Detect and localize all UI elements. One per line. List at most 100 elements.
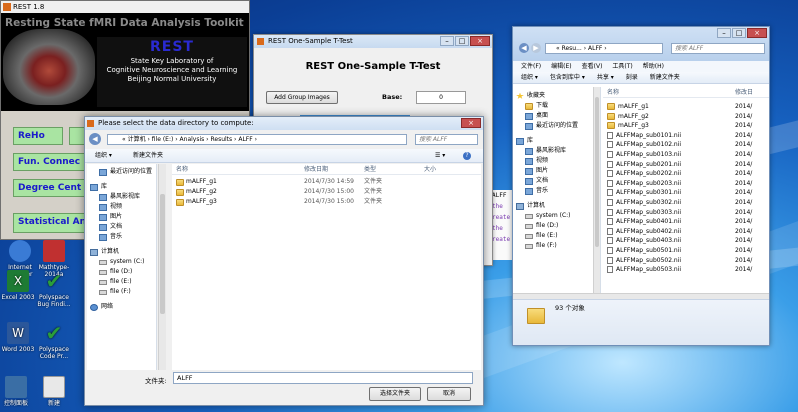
dialog-address-bar[interactable]: « 计算机 › file (E:) › Analysis › Results ›…: [107, 134, 407, 145]
close-button[interactable]: ×: [747, 28, 767, 38]
nav-scrollbar[interactable]: [158, 164, 166, 370]
column-modified[interactable]: 修改日期: [304, 164, 328, 175]
nav-item[interactable]: 音乐: [87, 232, 156, 242]
explorer-address-bar[interactable]: « Resu... › ALFF ›: [545, 43, 663, 54]
nav-item[interactable]: 暴风影视库: [513, 146, 600, 156]
nav-item[interactable]: file (E:): [87, 277, 156, 287]
nav-item[interactable]: 图片: [513, 166, 600, 176]
nav-item[interactable]: file (E:): [513, 231, 600, 241]
include-in-library-button[interactable]: 包含到库中 ▾: [550, 72, 585, 83]
nav-item[interactable]: file (D:): [513, 221, 600, 231]
dialog-search-input[interactable]: 搜索 ALFF: [415, 134, 478, 145]
desktop-icon-new-doc[interactable]: 新建: [34, 376, 74, 407]
file-row[interactable]: ALFFMap_sub0501.nii 2014/: [603, 246, 769, 256]
nav-item[interactable]: 文档: [513, 176, 600, 186]
nav-item[interactable]: 库: [87, 182, 156, 192]
alff-button[interactable]: [69, 127, 85, 145]
maximize-button[interactable]: □: [732, 28, 746, 38]
folder-row[interactable]: mALFF_g1 2014/7/30 14:59 文件夹: [172, 177, 481, 187]
desktop-icon-control-panel[interactable]: 控制面板: [0, 376, 36, 407]
column-size[interactable]: 大小: [424, 164, 436, 175]
nav-item[interactable]: 收藏夹: [513, 91, 600, 101]
nav-item[interactable]: 库: [513, 136, 600, 146]
nav-item[interactable]: 文档: [87, 222, 156, 232]
desktop-icon-word[interactable]: W Word 2003: [0, 322, 38, 353]
new-folder-button[interactable]: 新建文件夹: [650, 72, 680, 83]
file-row[interactable]: ALFFMap_sub0203.nii 2014/: [603, 179, 769, 189]
back-arrow-icon[interactable]: ◀: [519, 43, 529, 53]
menu-edit[interactable]: 编辑(E): [551, 61, 571, 72]
file-row[interactable]: ALFFMap_sub0103.nii 2014/: [603, 150, 769, 160]
column-modified[interactable]: 修改日: [735, 87, 753, 98]
back-arrow-icon[interactable]: ◀: [89, 133, 101, 145]
scroll-thumb[interactable]: [595, 97, 599, 247]
nav-item[interactable]: 视频: [87, 202, 156, 212]
column-name[interactable]: 名称: [607, 89, 619, 96]
minimize-button[interactable]: –: [717, 28, 731, 38]
nav-scrollbar[interactable]: [593, 87, 600, 323]
nav-item[interactable]: 音乐: [513, 186, 600, 196]
burn-button[interactable]: 刻录: [626, 72, 638, 83]
file-row[interactable]: ALFFMap_sub0402.nii 2014/: [603, 227, 769, 237]
file-row[interactable]: mALFF_g3 2014/: [603, 121, 769, 131]
menu-file[interactable]: 文件(F): [521, 61, 541, 72]
help-icon[interactable]: ?: [463, 152, 471, 160]
nav-item[interactable]: 计算机: [87, 247, 156, 257]
file-row[interactable]: ALFFMap_sub0303.nii 2014/: [603, 208, 769, 218]
menu-view[interactable]: 查看(V): [582, 61, 603, 72]
nav-item[interactable]: file (D:): [87, 267, 156, 277]
nav-item[interactable]: 视频: [513, 156, 600, 166]
nav-item[interactable]: 图片: [87, 212, 156, 222]
column-type[interactable]: 类型: [364, 164, 376, 175]
file-row[interactable]: ALFFMap_sub0401.nii 2014/: [603, 217, 769, 227]
nav-item[interactable]: 桌面: [513, 111, 600, 121]
file-row[interactable]: ALFFMap_sub0503.nii 2014/: [603, 265, 769, 275]
menu-tools[interactable]: 工具(T): [612, 61, 632, 72]
share-button[interactable]: 共享 ▾: [597, 72, 614, 83]
nav-item[interactable]: 计算机: [513, 201, 600, 211]
desktop-icon-excel[interactable]: X Excel 2003: [0, 270, 38, 301]
add-group-images-button[interactable]: Add Group Images: [266, 91, 338, 104]
degree-centrality-button[interactable]: Degree Cent: [13, 179, 85, 197]
minimize-button[interactable]: –: [440, 36, 454, 46]
column-name[interactable]: 名称: [176, 164, 188, 175]
file-row[interactable]: ALFFMap_sub0201.nii 2014/: [603, 160, 769, 170]
nav-item[interactable]: 下载: [513, 101, 600, 111]
file-row[interactable]: ALFFMap_sub0102.nii 2014/: [603, 140, 769, 150]
base-input[interactable]: 0: [416, 91, 466, 104]
folder-row[interactable]: mALFF_g2 2014/7/30 15:00 文件夹: [172, 187, 481, 197]
nav-item[interactable]: file (F:): [513, 241, 600, 251]
folder-row[interactable]: mALFF_g3 2014/7/30 15:00 文件夹: [172, 197, 481, 207]
organize-button[interactable]: 组织 ▾: [95, 149, 112, 163]
file-row[interactable]: ALFFMap_sub0403.nii 2014/: [603, 236, 769, 246]
menu-help[interactable]: 帮助(H): [643, 61, 664, 72]
file-row[interactable]: ALFFMap_sub0301.nii 2014/: [603, 188, 769, 198]
file-row[interactable]: ALFFMap_sub0202.nii 2014/: [603, 169, 769, 179]
forward-arrow-icon[interactable]: ▶: [531, 43, 541, 53]
file-row[interactable]: mALFF_g1 2014/: [603, 102, 769, 112]
view-options-icon[interactable]: ☰ ▾: [435, 149, 445, 163]
new-folder-button[interactable]: 新建文件夹: [133, 149, 163, 163]
desktop-icon-polyspace-code[interactable]: ✔ Polyspace Code Pr...: [34, 322, 74, 360]
file-row[interactable]: mALFF_g2 2014/: [603, 112, 769, 122]
close-button[interactable]: ×: [461, 118, 481, 128]
close-button[interactable]: ×: [470, 36, 490, 46]
statistical-analysis-button[interactable]: Statistical An: [13, 213, 85, 233]
reho-button[interactable]: ReHo: [13, 127, 63, 145]
explorer-search-input[interactable]: 搜索 ALFF: [671, 43, 765, 54]
desktop-icon-polyspace-bug[interactable]: ✔ Polyspace Bug Findi...: [34, 270, 74, 308]
nav-item[interactable]: system (C:): [513, 211, 600, 221]
file-row[interactable]: ALFFMap_sub0302.nii 2014/: [603, 198, 769, 208]
nav-item[interactable]: system (C:): [87, 257, 156, 267]
nav-item[interactable]: 最近访问的位置: [87, 167, 156, 177]
scroll-thumb[interactable]: [160, 194, 165, 314]
cancel-button[interactable]: 取消: [427, 387, 471, 401]
nav-item[interactable]: 网络: [87, 302, 156, 312]
organize-button[interactable]: 组织 ▾: [521, 72, 538, 83]
nav-item[interactable]: 最近访问的位置: [513, 121, 600, 131]
file-row[interactable]: ALFFMap_sub0101.nii 2014/: [603, 131, 769, 141]
nav-item[interactable]: file (F:): [87, 287, 156, 297]
fun-connectivity-button[interactable]: Fun. Connec: [13, 153, 85, 171]
select-folder-button[interactable]: 选择文件夹: [369, 387, 421, 401]
maximize-button[interactable]: □: [455, 36, 469, 46]
